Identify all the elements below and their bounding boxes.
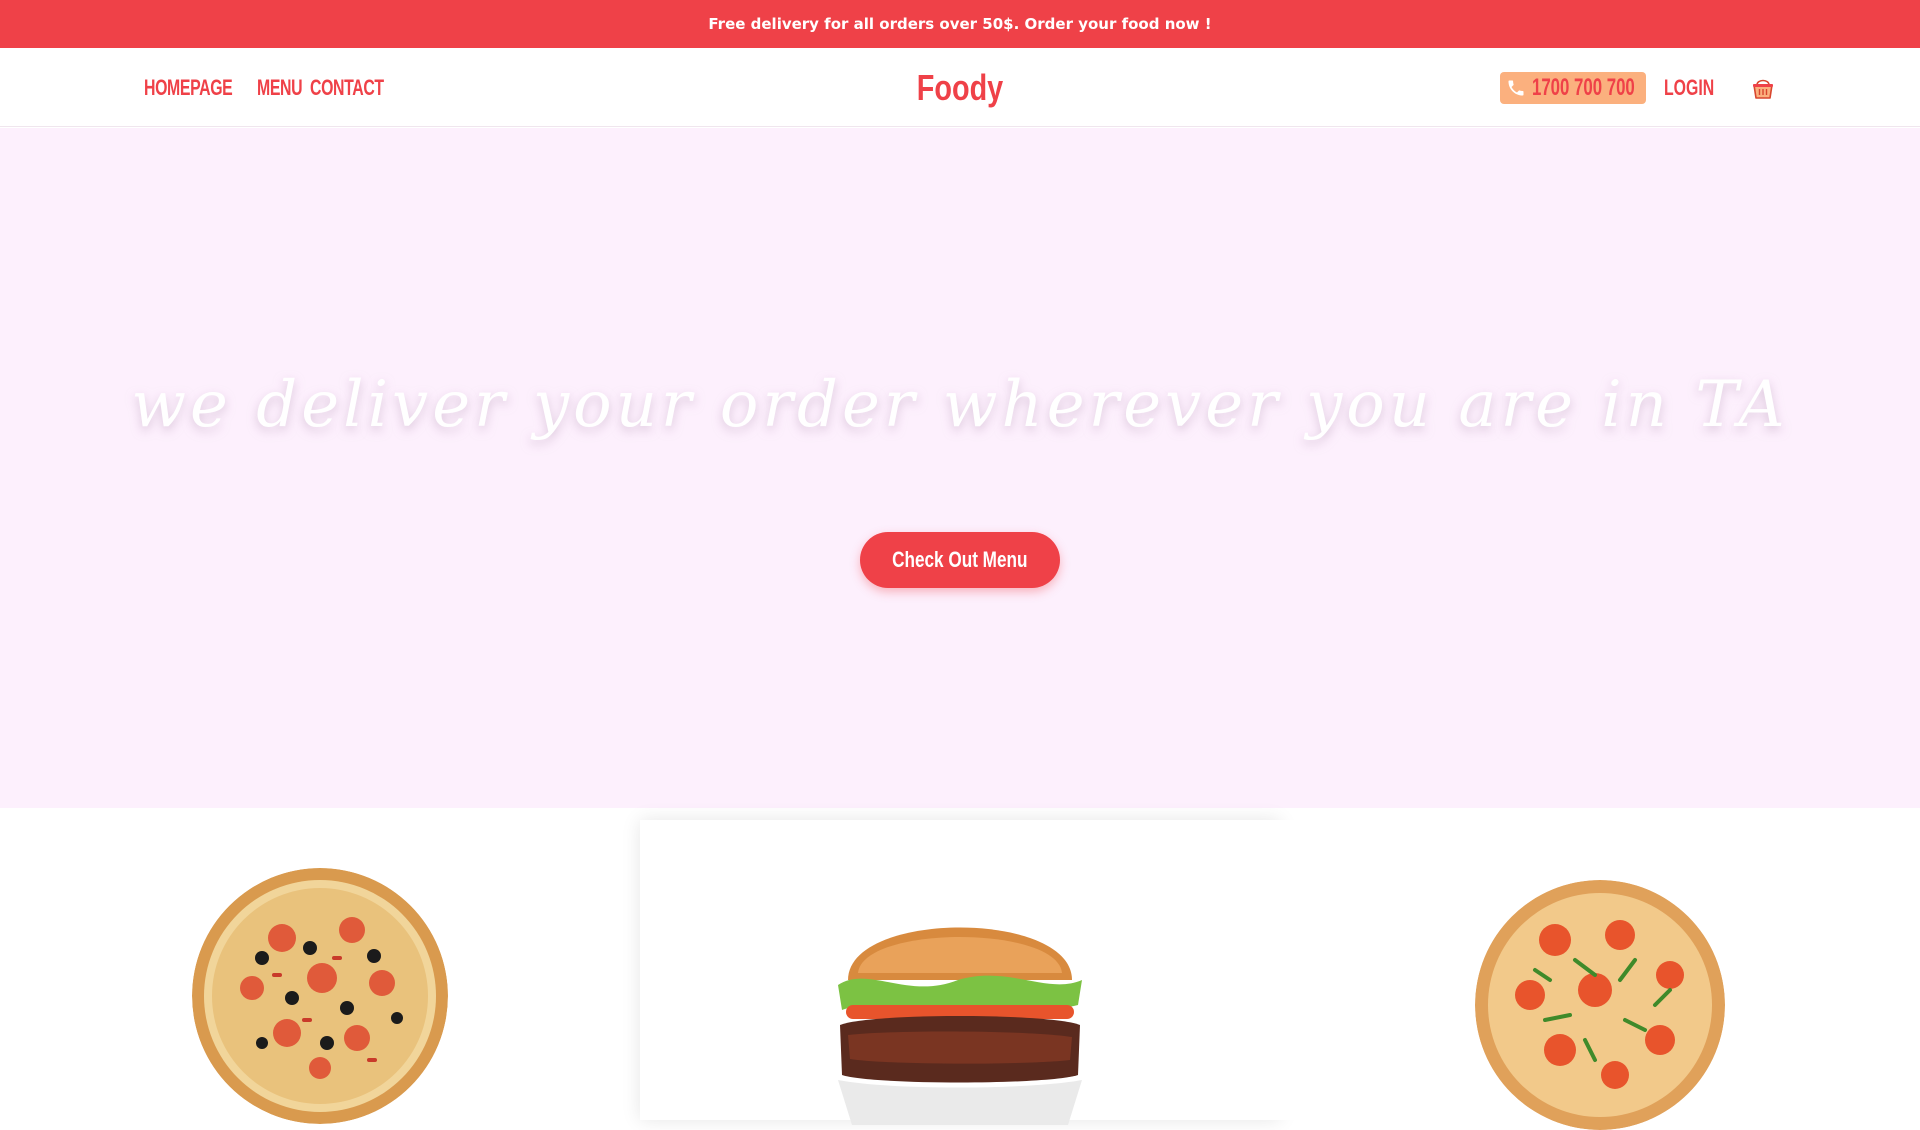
basket-icon[interactable] — [1750, 75, 1776, 101]
nav-link-homepage[interactable]: HOMEPAGE — [144, 75, 233, 101]
navbar: HOMEPAGE MENU CONTACT Foody 1700 700 700… — [0, 48, 1920, 127]
login-link[interactable]: LOGIN — [1664, 75, 1714, 101]
announcement-text: Free delivery for all orders over 50$. O… — [708, 15, 1212, 33]
pizza-tomato-arugula-image — [1475, 880, 1725, 1130]
nav-link-menu[interactable]: MENU — [257, 75, 303, 101]
phone-icon — [1508, 80, 1524, 95]
announcement-bar: Free delivery for all orders over 50$. O… — [0, 0, 1920, 48]
product-cards — [0, 808, 1920, 1130]
product-card-pizza-olive[interactable] — [0, 820, 640, 1124]
nav-link-contact[interactable]: CONTACT — [310, 75, 384, 101]
logo[interactable]: Foody — [917, 67, 1003, 109]
product-card-burger[interactable] — [640, 820, 1280, 1125]
phone-button[interactable]: 1700 700 700 — [1499, 71, 1647, 104]
nav-links: HOMEPAGE MENU CONTACT — [144, 48, 412, 127]
check-out-menu-label: Check Out Menu — [892, 547, 1028, 572]
phone-number: 1700 700 700 — [1531, 73, 1635, 101]
nav-right: 1700 700 700 LOGIN — [1499, 48, 1776, 127]
pizza-olive-image — [192, 868, 448, 1124]
hero-section: we deliver your order wherever you are i… — [0, 128, 1920, 808]
check-out-menu-button[interactable]: Check Out Menu — [860, 532, 1060, 588]
hero-title: we deliver your order wherever you are i… — [131, 368, 1789, 442]
product-card-pizza-tomato[interactable] — [1280, 820, 1920, 1130]
burger-image — [838, 927, 1082, 1125]
